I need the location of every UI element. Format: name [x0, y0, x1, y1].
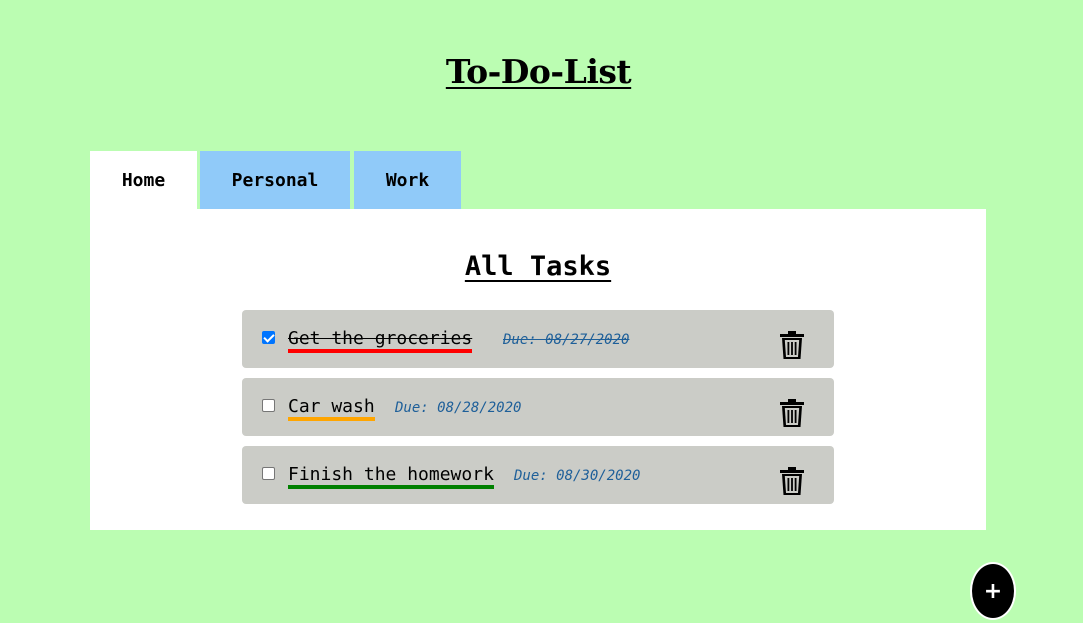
task-item: Car wash Due: 08/28/2020 [242, 378, 834, 436]
task-checkbox[interactable] [262, 467, 275, 480]
priority-underline [288, 349, 473, 353]
priority-underline [288, 417, 375, 421]
plus-icon: + [983, 578, 1003, 604]
tab-home[interactable]: Home [90, 151, 197, 209]
panel-title: All Tasks [464, 251, 612, 282]
tab-work[interactable]: Work [354, 151, 461, 209]
tab-personal[interactable]: Personal [200, 151, 350, 209]
trash-icon[interactable] [778, 330, 806, 360]
task-name: Car wash [288, 396, 375, 421]
task-checkbox[interactable] [262, 399, 275, 412]
task-name: Get the groceries [288, 328, 473, 353]
task-checkbox[interactable] [262, 331, 275, 344]
task-name-text: Car wash [288, 396, 375, 417]
task-name: Finish the homework [288, 464, 494, 489]
task-due-date: Due: 08/30/2020 [514, 468, 641, 484]
task-item: Get the groceries Due: 08/27/2020 [242, 310, 834, 368]
priority-underline [288, 485, 494, 489]
page-title: To-Do-List [445, 52, 632, 91]
tasks-panel: All Tasks Get the groceries Due: 08/27/2… [90, 209, 986, 530]
task-due-date: Due: 08/28/2020 [395, 400, 522, 416]
task-due-date: Due: 08/27/2020 [503, 332, 630, 348]
add-task-button[interactable]: + [970, 562, 1016, 620]
task-item: Finish the homework Due: 08/30/2020 [242, 446, 834, 504]
trash-icon[interactable] [778, 466, 806, 496]
task-name-text: Finish the homework [288, 464, 494, 485]
trash-icon[interactable] [778, 398, 806, 428]
task-name-text: Get the groceries [288, 328, 473, 349]
